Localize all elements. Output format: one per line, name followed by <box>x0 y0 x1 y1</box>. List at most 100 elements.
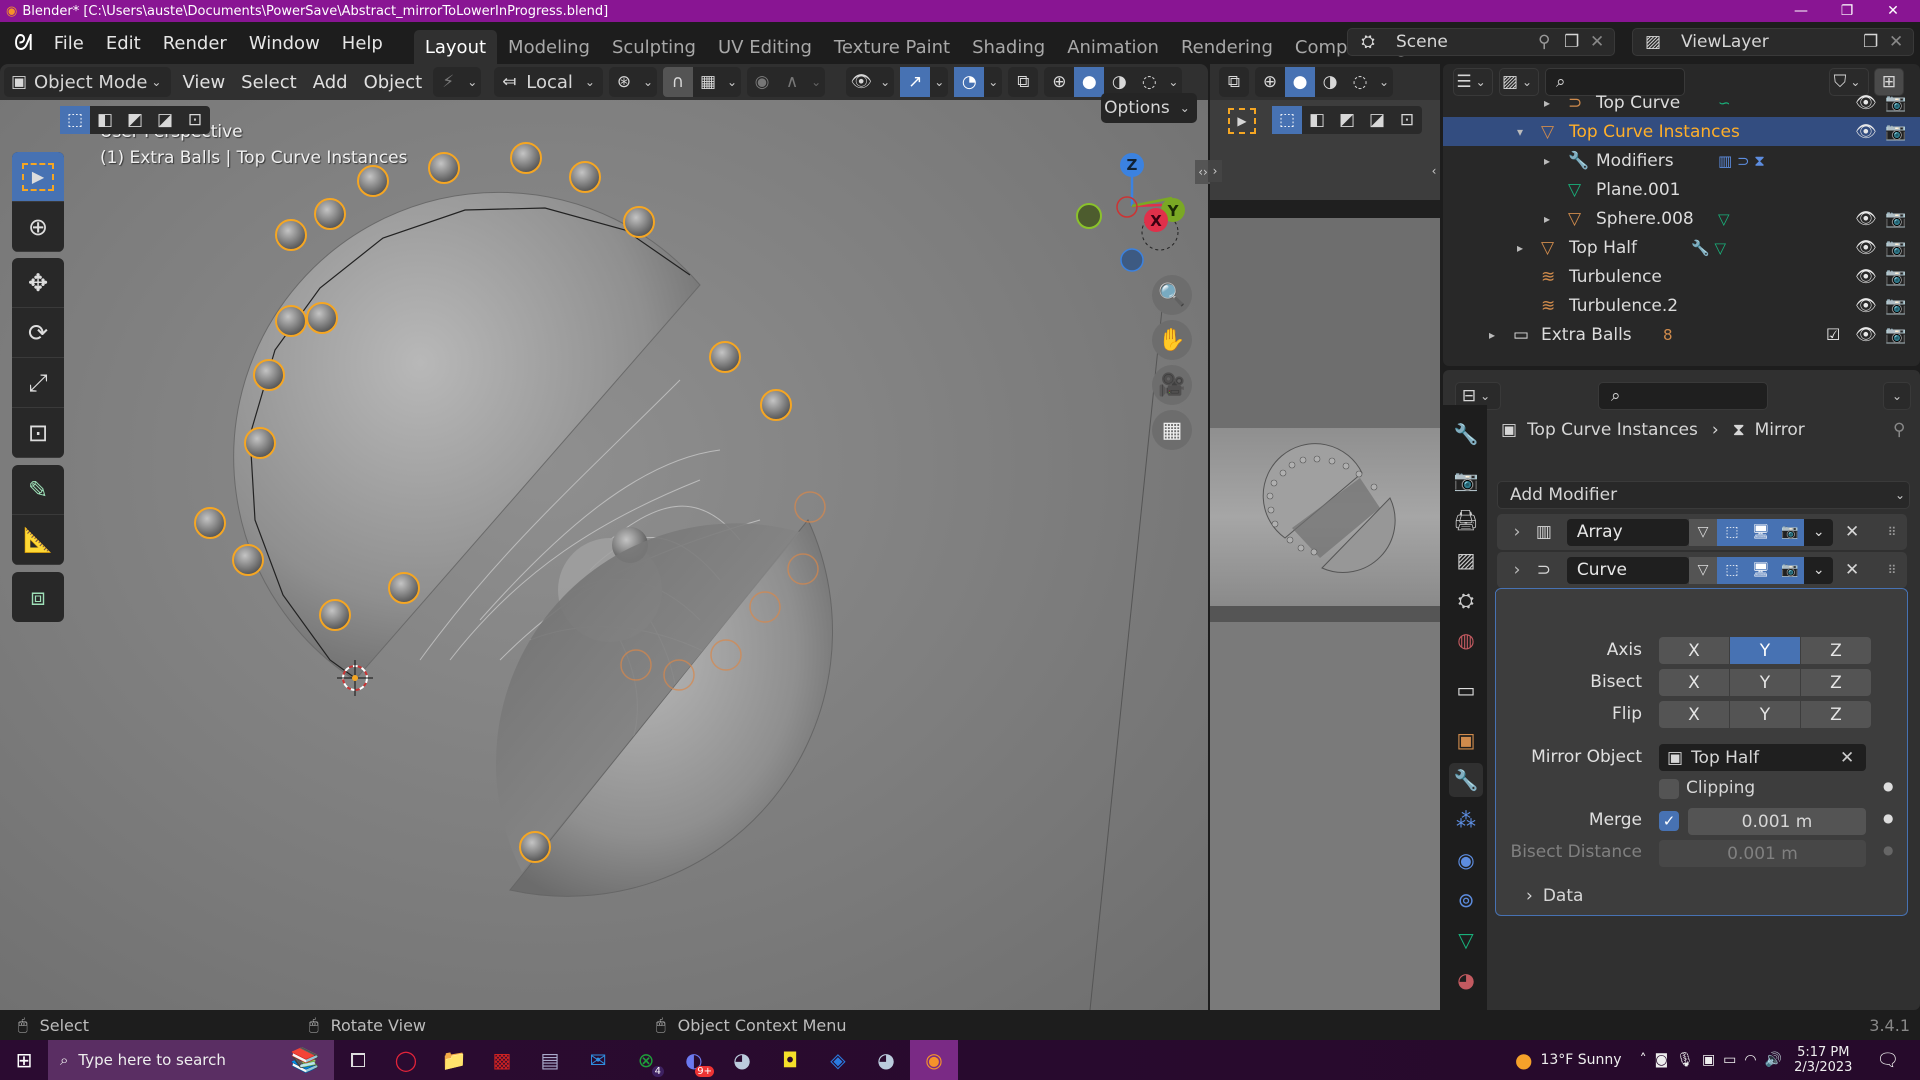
norton-icon[interactable]: ◘ <box>766 1040 814 1080</box>
outliner-row-label[interactable]: Turbulence <box>1569 267 1662 287</box>
mesh-data-tab[interactable]: ▽ <box>1449 923 1483 957</box>
tab-uv-editing[interactable]: UV Editing <box>707 30 823 64</box>
remove-modifier-icon[interactable]: ✕ <box>1837 560 1867 580</box>
options-dropdown[interactable]: Options ⌄ <box>1101 93 1197 123</box>
add-cube-tool[interactable]: ⧈ <box>12 572 64 622</box>
chevron-down-icon[interactable]: ⌄ <box>1164 75 1182 89</box>
minimize-button[interactable]: — <box>1778 0 1824 22</box>
eye-icon[interactable]: 👁 <box>1855 296 1877 316</box>
outliner-row-label[interactable]: Top Half <box>1569 238 1637 258</box>
ortho-toggle-button[interactable]: ▦ <box>1152 410 1192 450</box>
child-count-badge[interactable]: 8 <box>1663 326 1673 344</box>
view-layer-name[interactable]: ViewLayer <box>1673 32 1863 52</box>
scene-name[interactable]: Scene <box>1388 32 1538 52</box>
camera-render-icon[interactable]: 📷 <box>1885 325 1906 345</box>
outliner-row[interactable]: ▸ ▭ Extra Balls 8 ☑ 👁 📷 <box>1443 320 1920 349</box>
realtime-toggle[interactable]: 🖥 <box>1746 518 1776 546</box>
wireframe-shading-icon[interactable]: ⊕ <box>1044 67 1074 97</box>
shading-modes-2[interactable]: ⊕ ● ◑ ◌ ⌄ <box>1255 67 1394 97</box>
delete-scene-icon[interactable]: ✕ <box>1590 32 1614 52</box>
data-subpanel-header[interactable]: › Data <box>1526 886 1583 906</box>
zoom-view-button[interactable]: 🔍 <box>1152 275 1192 315</box>
task-view-icon[interactable]: ⧠ <box>334 1040 382 1080</box>
close-window-button[interactable]: ✕ <box>1870 0 1916 22</box>
eye-icon[interactable]: 👁 <box>1855 122 1877 142</box>
view-layer-selector[interactable]: ▨ ViewLayer ❐ ✕ <box>1632 28 1914 56</box>
microphone-icon[interactable]: 🎙 <box>1676 1052 1694 1068</box>
xray-toggle[interactable]: ⧉ <box>1008 67 1039 97</box>
mirror-object-field[interactable]: ▣ Top Half ✕ <box>1659 744 1866 771</box>
delete-view-layer-icon[interactable]: ✕ <box>1889 32 1913 52</box>
object-tab[interactable]: ▣ <box>1449 723 1483 757</box>
tab-rendering[interactable]: Rendering <box>1170 30 1284 64</box>
render-toggle[interactable]: 📷 <box>1775 518 1805 546</box>
solid-shading-icon[interactable]: ● <box>1285 67 1315 97</box>
merge-checkbox[interactable]: ✓ <box>1659 811 1679 831</box>
camera-render-icon[interactable]: 📷 <box>1885 209 1906 229</box>
annotate-tool[interactable]: ✎ <box>12 465 64 515</box>
clock[interactable]: 5:17 PM 2/3/2023 <box>1794 1045 1852 1075</box>
camera-render-icon[interactable]: 📷 <box>1885 296 1906 316</box>
wireframe-shading-icon[interactable]: ⊕ <box>1255 67 1285 97</box>
falloff-icon[interactable]: ∧ <box>777 67 807 97</box>
tab-shading[interactable]: Shading <box>961 30 1056 64</box>
eye-icon[interactable]: 👁 <box>1855 93 1877 113</box>
outliner-row[interactable]: ≋ Turbulence.2 👁 📷 <box>1443 291 1920 320</box>
outliner-row[interactable]: ▸ ▽ Sphere.008 ▽ 👁 📷 <box>1443 204 1920 233</box>
chevron-down-icon[interactable]: ⌄ <box>1375 75 1393 89</box>
drag-handle-icon[interactable]: ⠿ <box>1877 525 1907 539</box>
modifier-header-curve[interactable]: › ⊃ Curve ▽ ⬚ 🖥 📷 ⌄ ✕ ⠿ <box>1497 552 1907 588</box>
modifier-stack-icons[interactable]: ▥ ⊃ ⧗ <box>1718 152 1765 170</box>
axis-x-toggle[interactable]: X <box>1659 637 1729 664</box>
blender-taskbar-icon[interactable]: ◉ <box>910 1040 958 1080</box>
outliner-row[interactable]: ▽ Plane.001 <box>1443 175 1920 204</box>
bisect-x-toggle[interactable]: X <box>1659 669 1729 696</box>
clipping-checkbox[interactable] <box>1659 779 1679 799</box>
snap-grid-icon[interactable]: ▦ <box>693 67 723 97</box>
keyframe-dot-icon[interactable]: ● <box>1883 811 1893 825</box>
exclude-checkbox[interactable]: ☑ <box>1826 325 1840 344</box>
select-intersect-icon[interactable]: ⊡ <box>180 106 210 134</box>
edit-cage-toggle[interactable]: ▽ <box>1688 518 1718 546</box>
discord-icon[interactable]: ◐ 9+ <box>670 1040 718 1080</box>
scale-tool[interactable]: ⤢ <box>12 358 64 408</box>
merge-distance-field[interactable]: 0.001 m <box>1688 808 1866 835</box>
pivot-point-button[interactable]: ⊛ ⌄ <box>608 67 658 97</box>
weather-text[interactable]: 13°F Sunny <box>1540 1052 1621 1068</box>
move-tool[interactable]: ✥ <box>12 258 64 308</box>
add-modifier-dropdown[interactable]: Add Modifier ⌄ <box>1497 481 1910 509</box>
edit-cage-toggle[interactable]: ▽ <box>1688 556 1718 584</box>
material-tab[interactable]: ◕ <box>1449 963 1483 997</box>
camera-render-icon[interactable]: 📷 <box>1885 122 1906 142</box>
select-subtract-icon[interactable]: ◩ <box>1332 106 1362 134</box>
eye-icon[interactable]: 👁 <box>1855 209 1877 229</box>
pin-icon[interactable]: ⚲ <box>1893 420 1905 440</box>
chevron-right-icon[interactable]: › <box>1505 560 1529 580</box>
world-tab[interactable]: ◍ <box>1449 623 1483 657</box>
mode-selector[interactable]: ▣ Object Mode ⌄ <box>4 67 172 97</box>
flip-y-toggle[interactable]: Y <box>1730 701 1800 728</box>
outliner-row[interactable]: ▾ ▽ Top Curve Instances 👁 📷 <box>1443 117 1920 146</box>
outliner-row-label[interactable]: Extra Balls <box>1541 325 1632 345</box>
gizmo-icon[interactable]: ↗ <box>900 67 931 97</box>
outliner-row-label[interactable]: Modifiers <box>1596 151 1674 171</box>
disclosure-collapsed-icon[interactable]: ▸ <box>1489 328 1495 342</box>
eye-icon[interactable]: 👁 <box>1855 267 1877 287</box>
mode-label[interactable]: Object Mode <box>34 72 147 93</box>
menu-view[interactable]: View <box>174 67 233 97</box>
duplicate-scene-icon[interactable]: ❐ <box>1564 32 1590 52</box>
scene-tab[interactable]: ⛭ <box>1449 583 1483 617</box>
app-store-icon[interactable]: ◈ <box>814 1040 862 1080</box>
tab-sculpting[interactable]: Sculpting <box>601 30 707 64</box>
taskbar-search-box[interactable]: ⌕ Type here to search 📚 <box>48 1040 334 1080</box>
select-extend-icon[interactable]: ◧ <box>90 106 120 134</box>
snap-controls[interactable]: ∩ ▦ ⌄ <box>663 67 742 97</box>
xray-icon[interactable]: ⧉ <box>1008 67 1038 97</box>
mesh-data-icon[interactable]: ▽ <box>1718 210 1730 228</box>
material-shading-icon[interactable]: ◑ <box>1315 67 1345 97</box>
blender-menu-icon[interactable]: ᘛ <box>0 31 43 56</box>
render-toggle[interactable]: 📷 <box>1775 556 1805 584</box>
eye-icon[interactable]: 👁 <box>1855 238 1877 258</box>
physics-tab[interactable]: ◉ <box>1449 843 1483 877</box>
disclosure-collapsed-icon[interactable]: ▸ <box>1517 241 1523 255</box>
